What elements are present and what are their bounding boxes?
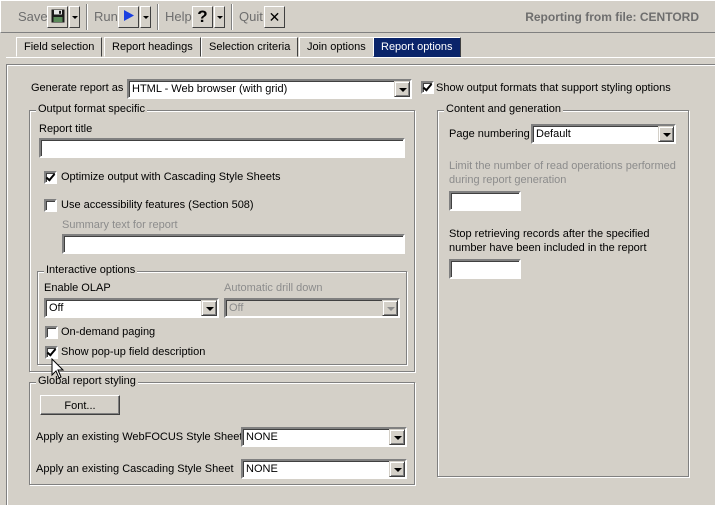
limit-reads-label-line-2: during report generation: [449, 174, 567, 186]
save-button[interactable]: [47, 6, 68, 28]
tab-selection-criteria[interactable]: Selection criteria: [201, 37, 299, 57]
on-demand-paging-checkbox[interactable]: [45, 326, 58, 339]
chevron-down-icon[interactable]: [382, 300, 398, 316]
tab-report-headings[interactable]: Report headings: [104, 37, 201, 57]
font-button[interactable]: Font...: [40, 395, 120, 415]
run-dropdown-button[interactable]: [140, 6, 151, 28]
auto-drill-select[interactable]: Off: [224, 298, 400, 318]
tab-field-selection[interactable]: Field selection: [16, 37, 103, 57]
close-icon: ✕: [268, 8, 281, 25]
css-stylesheet-select[interactable]: NONE: [241, 459, 407, 479]
status-text: Reporting from file: CENTORD: [525, 10, 699, 24]
question-mark-icon: ?: [197, 7, 208, 26]
tab-join-options[interactable]: Join options: [299, 37, 374, 57]
show-output-formats-label: Show output formats that support styling…: [436, 82, 671, 94]
toolbar-separator: [157, 4, 159, 30]
enable-olap-select[interactable]: Off: [44, 298, 219, 318]
summary-text-input[interactable]: [62, 234, 405, 254]
save-dropdown-button[interactable]: [69, 6, 80, 28]
tab-strip-divider: [6, 57, 715, 58]
chevron-down-icon[interactable]: [389, 429, 405, 445]
chevron-down-icon[interactable]: [658, 126, 674, 142]
limit-reads-label-line-1: Limit the number of read operations perf…: [449, 160, 676, 172]
chevron-down-icon[interactable]: [389, 461, 405, 477]
stop-retrieving-label-line-1: Stop retrieving records after the specif…: [449, 228, 650, 240]
quit-label: Quit: [239, 9, 263, 24]
save-label: Save: [18, 9, 48, 24]
page-numbering-select[interactable]: Default: [531, 124, 676, 144]
mouse-pointer-icon: [51, 357, 65, 383]
chevron-down-icon[interactable]: [201, 300, 217, 316]
page-numbering-value: Default: [536, 128, 571, 140]
run-button[interactable]: [118, 6, 139, 28]
output-format-group-title: Output format specific: [36, 103, 147, 115]
auto-drill-value: Off: [229, 302, 244, 314]
report-title-label: Report title: [39, 123, 93, 135]
optimize-css-label: Optimize output with Cascading Style She…: [61, 171, 281, 183]
stop-retrieving-label-line-2: number have been included in the report: [449, 242, 647, 254]
toolbar: Save Run Help ? Quit ✕ Reporting from fi…: [0, 0, 715, 33]
webfocus-stylesheet-value: NONE: [246, 431, 278, 443]
summary-text-label: Summary text for report: [62, 219, 178, 231]
content-generation-group-title: Content and generation: [444, 103, 563, 115]
enable-olap-label: Enable OLAP: [44, 282, 111, 294]
webfocus-stylesheet-select[interactable]: NONE: [241, 427, 407, 447]
tab-report-options[interactable]: Report options: [373, 37, 461, 57]
report-title-input[interactable]: [39, 138, 405, 158]
help-button[interactable]: ?: [192, 6, 213, 28]
toolbar-separator: [231, 4, 233, 30]
help-label: Help: [165, 9, 192, 24]
accessibility-label: Use accessibility features (Section 508): [61, 199, 254, 211]
play-arrow-icon: [122, 9, 135, 25]
help-dropdown-button[interactable]: [214, 6, 225, 28]
page-numbering-label: Page numbering: [449, 128, 530, 140]
on-demand-paging-label: On-demand paging: [61, 326, 156, 338]
toolbar-separator: [86, 4, 88, 30]
accessibility-checkbox[interactable]: [44, 199, 57, 212]
show-popup-label: Show pop-up field description: [61, 346, 206, 358]
stop-retrieving-input[interactable]: [449, 259, 521, 279]
webfocus-stylesheet-label: Apply an existing WebFOCUS Style Sheet: [36, 431, 243, 443]
run-label: Run: [94, 9, 118, 24]
optimize-css-checkbox[interactable]: [44, 171, 57, 184]
floppy-disk-icon: [51, 9, 65, 26]
interactive-options-group-title: Interactive options: [44, 264, 138, 276]
generate-report-label: Generate report as: [31, 82, 124, 94]
auto-drill-label: Automatic drill down: [224, 282, 323, 294]
quit-button[interactable]: ✕: [264, 6, 285, 28]
css-stylesheet-value: NONE: [246, 463, 278, 475]
chevron-down-icon[interactable]: [394, 81, 410, 97]
generate-report-select[interactable]: HTML - Web browser (with grid): [127, 79, 412, 99]
css-stylesheet-label: Apply an existing Cascading Style Sheet: [36, 463, 234, 475]
show-output-formats-checkbox[interactable]: [421, 81, 434, 94]
enable-olap-value: Off: [49, 302, 64, 314]
limit-reads-input[interactable]: [449, 191, 521, 211]
generate-report-value: HTML - Web browser (with grid): [132, 83, 288, 95]
